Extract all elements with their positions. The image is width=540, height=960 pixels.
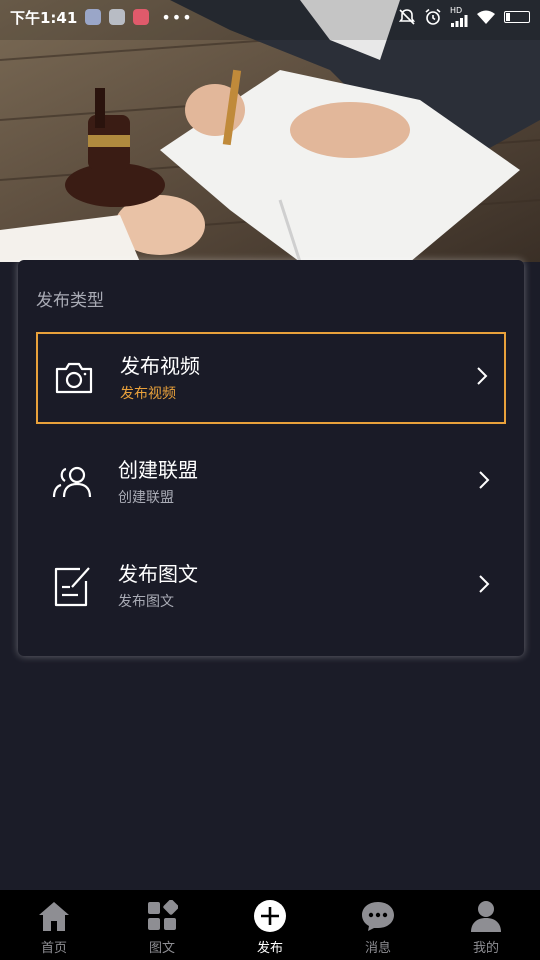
users-icon [52,462,92,502]
nav-item-home[interactable]: 首页 [0,890,108,960]
option-subtitle: 发布视频 [120,386,176,402]
wifi-icon [476,9,496,25]
camera-icon [54,358,94,398]
chevron-right-icon [478,574,490,598]
mute-bell-icon [398,8,416,26]
signal-icon: HD [450,7,468,27]
notification-app-icon [133,9,150,25]
chevron-right-icon [478,470,490,494]
bottom-navigation: 首页 图文 发布 消息 我的 [0,890,540,960]
publish-video-option[interactable]: 发布视频 发布视频 [36,332,506,424]
notification-app-icon [85,9,102,25]
nav-label: 首页 [40,941,67,956]
status-bar: 下午1:41 ••• HD [0,0,540,34]
nav-label: 我的 [472,941,499,956]
notification-app-icon [109,9,126,25]
plus-circle-icon [252,898,288,934]
more-notifications-icon: ••• [161,7,193,27]
option-subtitle: 发布图文 [118,594,174,610]
nav-label: 图文 [148,941,175,956]
home-icon [36,898,72,934]
chat-icon [360,898,396,934]
publish-type-card: 发布类型 发布视频 发布视频 创建联盟 创建联盟 发布图文 发布图文 [18,260,524,656]
publish-article-option[interactable]: 发布图文 发布图文 [36,540,506,632]
person-icon [468,898,504,934]
header-banner-image [0,0,540,262]
battery-icon [504,11,530,23]
option-title: 创建联盟 [118,458,198,482]
edit-document-icon [52,566,92,607]
card-title: 发布类型 [36,291,104,311]
nav-item-articles[interactable]: 图文 [108,890,216,960]
nav-label: 消息 [364,941,391,956]
nav-label: 发布 [256,941,283,956]
option-subtitle: 创建联盟 [118,490,174,506]
grid-icon [144,898,180,934]
option-title: 发布视频 [120,354,200,378]
chevron-right-icon [476,366,488,390]
nav-item-messages[interactable]: 消息 [324,890,432,960]
status-time: 下午1:41 [10,8,78,27]
option-title: 发布图文 [118,562,198,586]
create-alliance-option[interactable]: 创建联盟 创建联盟 [36,436,506,528]
nav-item-publish[interactable]: 发布 [216,890,324,960]
nav-item-profile[interactable]: 我的 [432,890,540,960]
alarm-icon [424,8,442,26]
